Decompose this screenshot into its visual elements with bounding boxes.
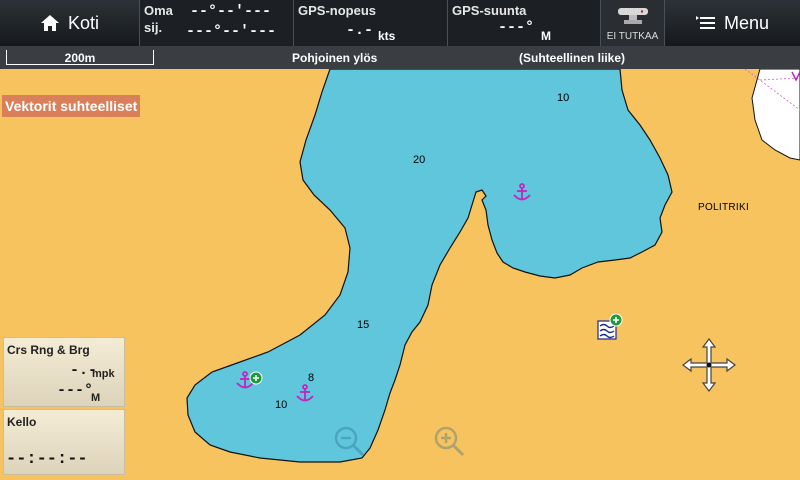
clock-value: --:--:-- xyxy=(6,450,88,469)
nautical-chart[interactable] xyxy=(0,0,800,480)
depth-label: 8 xyxy=(308,372,315,384)
course-range-bearing-box[interactable]: Crs Rng & Brg -.- mpk ---° M xyxy=(3,337,125,407)
orientation-label[interactable]: Pohjoinen ylös xyxy=(292,51,377,65)
own-position-field[interactable]: Oma sij. --°--'--- ---°--'--- xyxy=(140,0,294,46)
depth-label: 10 xyxy=(275,399,288,411)
motion-mode-label[interactable]: (Suhteellinen liike) xyxy=(519,51,625,65)
crs-bearing-unit: M xyxy=(91,392,101,404)
own-position-lon: ---°--'--- xyxy=(186,23,277,40)
radar-icon xyxy=(617,8,648,24)
gps-speed-label: GPS-nopeus xyxy=(298,3,377,18)
menu-label: Menu xyxy=(723,12,770,33)
info-plus-icon[interactable] xyxy=(249,371,263,385)
place-name: POLITRIKI xyxy=(698,202,750,213)
radar-status-label: EI TUTKAA xyxy=(606,31,659,42)
gps-speed-field[interactable]: GPS-nopeus -.- kts xyxy=(294,0,448,46)
radar-status-button[interactable]: EI TUTKAA xyxy=(601,0,665,46)
depth-label: 15 xyxy=(357,319,370,331)
clock-title: Kello xyxy=(7,415,37,429)
home-button[interactable]: Koti xyxy=(0,0,140,46)
menu-icon xyxy=(695,16,715,29)
clock-box[interactable]: Kello --:--:-- xyxy=(3,409,125,475)
own-position-lat: --°--'--- xyxy=(190,3,272,20)
home-icon xyxy=(40,15,59,31)
gps-course-unit: M xyxy=(541,29,551,43)
top-bar: Koti Oma sij. --°--'--- ---°--'--- GPS-n… xyxy=(0,0,800,46)
own-position-label: Oma xyxy=(144,3,173,18)
vectors-mode-button[interactable]: Vektorit suhteelliset xyxy=(2,95,141,117)
depth-label: 20 xyxy=(413,154,426,166)
gps-course-field[interactable]: GPS-suunta ---° M xyxy=(448,0,601,46)
chart-screen: 10 20 15 8 10 POLITRIKI Koti Oma sij. --… xyxy=(0,0,800,480)
status-bar: 200m Pohjoinen ylös (Suhteellinen liike) xyxy=(0,46,800,69)
scale-label: 200m xyxy=(64,51,96,65)
zoom-out-icon[interactable] xyxy=(332,424,366,458)
crs-box-title: Crs Rng & Brg xyxy=(7,343,90,357)
gps-course-value: ---° xyxy=(498,19,535,36)
info-plus-icon[interactable] xyxy=(609,313,623,327)
home-label: Koti xyxy=(67,12,100,33)
depth-label: 10 xyxy=(557,92,570,104)
gps-course-label: GPS-suunta xyxy=(452,3,527,18)
gps-speed-value: -.- xyxy=(346,22,374,39)
crs-bearing-value: ---° xyxy=(57,382,94,399)
pan-cross-icon[interactable] xyxy=(681,337,737,393)
gps-speed-unit: kts xyxy=(378,29,396,43)
own-position-label-2: sij. xyxy=(144,20,163,35)
zoom-in-icon[interactable] xyxy=(432,424,466,458)
crs-range-unit: mpk xyxy=(92,368,115,380)
scale-bar: 200m xyxy=(6,50,154,65)
menu-button[interactable]: Menu xyxy=(665,0,800,46)
